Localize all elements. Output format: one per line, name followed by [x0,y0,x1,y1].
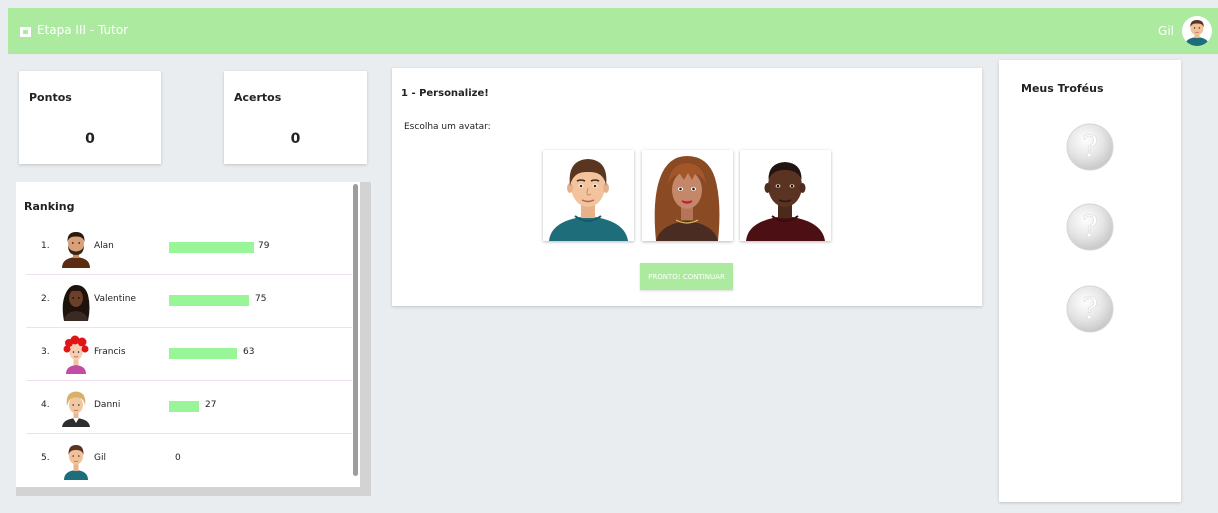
ranking-list[interactable]: Ranking 1. Alan 79 2. Valentine 75 3. Fr… [16,182,360,487]
rank-name: Gil [94,453,106,463]
rank-position: 3. [41,347,50,357]
ranking-panel: Ranking 1. Alan 79 2. Valentine 75 3. Fr… [16,182,371,496]
trophies-card: Meus Troféus [999,60,1181,502]
rank-score: 27 [205,400,217,410]
avatar [56,281,96,321]
app-icon [20,27,31,37]
hits-card: Acertos 0 [224,71,367,164]
question-trophy-icon [1065,202,1115,252]
rank-position: 2. [41,294,50,304]
ranking-row: 3. Francis 63 [26,328,352,381]
rank-score: 75 [255,294,267,304]
points-value: 0 [85,131,95,147]
continue-button[interactable]: PRONTO! CONTINUAR [640,263,733,290]
question-trophy-icon [1065,122,1115,172]
score-bar [169,348,237,359]
question-trophy-icon [1065,284,1115,334]
avatar [56,387,96,427]
avatar-option-man[interactable] [543,150,634,241]
score-bar [169,242,254,253]
ranking-row: 4. Danni 27 [26,381,352,434]
user-name[interactable]: Gil [1158,24,1174,38]
top-bar: Etapa III - Tutor Gil [8,8,1218,54]
avatar [56,228,96,268]
app-title: Etapa III - Tutor [37,23,129,37]
task-prompt: Escolha um avatar: [404,122,491,132]
rank-position: 4. [41,400,50,410]
hits-label: Acertos [234,91,282,104]
ranking-row: 5. Gil 0 [26,434,352,487]
rank-score: 0 [175,453,181,463]
rank-position: 5. [41,453,50,463]
task-title: 1 - Personalize! [401,88,489,99]
avatar-option-woman[interactable] [642,150,733,241]
points-label: Pontos [29,91,72,104]
ranking-row: 2. Valentine 75 [26,275,352,328]
rank-name: Alan [94,241,114,251]
rank-name: Valentine [94,294,136,304]
hits-value: 0 [290,131,301,147]
user-avatar[interactable] [1182,16,1212,46]
points-card: Pontos 0 [19,71,161,164]
rank-name: Danni [94,400,121,410]
rank-score: 63 [243,347,255,357]
ranking-scrollbar[interactable] [353,184,358,476]
ranking-title: Ranking [24,200,75,213]
avatar-option-dark-man[interactable] [740,150,831,241]
avatar [56,334,96,374]
rank-name: Francis [94,347,126,357]
ranking-row: 1. Alan 79 [26,222,352,275]
task-card: 1 - Personalize! Escolha um avatar: PRON… [392,68,982,306]
rank-position: 1. [41,241,50,251]
rank-score: 79 [258,241,270,251]
trophies-title: Meus Troféus [1021,82,1104,95]
avatar [56,440,96,480]
score-bar [169,401,199,412]
score-bar [169,295,249,306]
